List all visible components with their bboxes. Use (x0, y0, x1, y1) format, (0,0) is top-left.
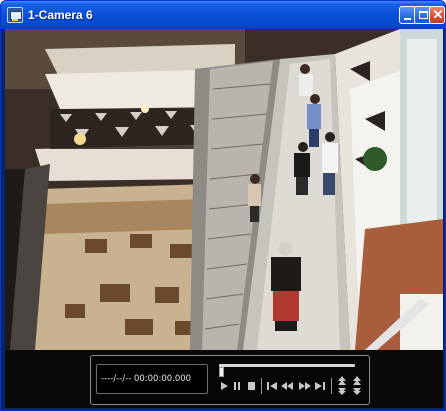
title-bar[interactable]: 1-Camera 6 ✕ (1, 1, 445, 29)
stop-icon (248, 382, 255, 390)
skip-to-start-button[interactable] (266, 380, 278, 392)
rewind-icon (281, 382, 293, 390)
speed-up-icon (338, 376, 346, 395)
skip-to-end-button[interactable] (314, 380, 326, 392)
speed-up-button[interactable] (337, 374, 347, 396)
window-title: 1-Camera 6 (28, 8, 93, 22)
close-button[interactable]: ✕ (429, 6, 445, 24)
close-icon: ✕ (432, 7, 444, 22)
skip-to-start-icon (267, 382, 277, 390)
fast-forward-icon (299, 382, 311, 390)
stop-button[interactable] (246, 380, 256, 392)
pause-button[interactable] (232, 380, 242, 392)
camera-video-view[interactable] (5, 29, 443, 350)
camera-window: 1-Camera 6 ✕ ----/--/-- 00:00:00.000 (0, 0, 446, 411)
seek-slider[interactable] (219, 364, 355, 377)
camera-app-icon[interactable] (7, 7, 23, 23)
seek-slider-thumb[interactable] (219, 367, 224, 377)
speed-down-button[interactable] (352, 374, 362, 396)
camera-frame (5, 29, 443, 350)
fast-forward-button[interactable] (298, 380, 311, 392)
play-icon (221, 382, 228, 390)
control-separator (261, 378, 262, 394)
control-separator (331, 378, 332, 394)
speed-down-icon (353, 376, 361, 395)
pause-icon (234, 382, 240, 390)
minimize-icon (404, 18, 411, 20)
rewind-button[interactable] (281, 380, 294, 392)
skip-to-end-icon (315, 382, 325, 390)
timestamp-text: ----/--/-- 00:00:00.000 (101, 374, 192, 384)
playback-panel: ----/--/-- 00:00:00.000 (90, 355, 370, 405)
play-button[interactable] (219, 380, 229, 392)
playback-control-bar: ----/--/-- 00:00:00.000 (5, 350, 443, 408)
timestamp-display: ----/--/-- 00:00:00.000 (96, 364, 208, 394)
maximize-icon (419, 11, 428, 19)
